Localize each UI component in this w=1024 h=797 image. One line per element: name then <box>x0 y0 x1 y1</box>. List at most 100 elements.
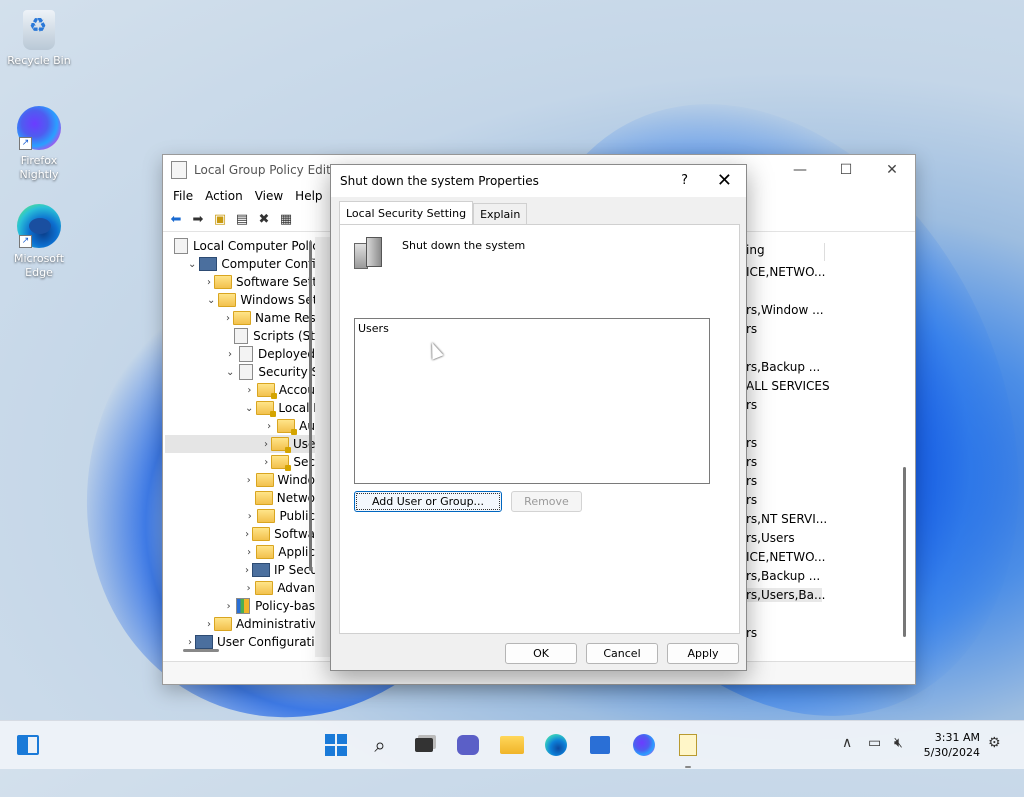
chevron-right-icon[interactable]: › <box>207 277 211 288</box>
tree-item[interactable]: › Applic <box>165 543 315 561</box>
pane-divider[interactable] <box>315 237 331 657</box>
tree-item[interactable]: › Sec <box>165 453 315 471</box>
apply-button[interactable]: Apply <box>667 643 739 664</box>
dialog-titlebar[interactable]: Shut down the system Properties ? ✕ <box>331 165 746 197</box>
cancel-button[interactable]: Cancel <box>586 643 658 664</box>
chevron-right-icon[interactable]: › <box>226 349 234 360</box>
tree-item[interactable]: › Policy-bas <box>165 597 315 615</box>
user-group-listbox[interactable]: Users <box>354 318 710 484</box>
chevron-right-icon[interactable]: › <box>245 511 254 522</box>
policy-list-row[interactable]: rs <box>746 455 757 469</box>
chevron-down-icon[interactable]: ⌄ <box>226 367 234 378</box>
maximize-button[interactable]: ☐ <box>823 155 869 185</box>
menu-view[interactable]: View <box>249 189 289 203</box>
chevron-right-icon[interactable]: › <box>264 421 274 432</box>
tree-item[interactable]: › Accou <box>165 381 315 399</box>
chat-icon[interactable] <box>456 733 480 757</box>
show-hidden-icons-chevron-icon[interactable]: ∧ <box>842 735 852 751</box>
policy-list-row[interactable]: rs <box>746 436 757 450</box>
dialog-close-button[interactable]: ✕ <box>717 170 732 191</box>
tree-item[interactable]: Scripts (St <box>165 327 315 345</box>
delete-icon[interactable]: ✖ <box>255 210 273 228</box>
list-scrollbar[interactable] <box>903 467 906 637</box>
chevron-right-icon[interactable]: › <box>226 601 231 612</box>
store-icon[interactable] <box>588 733 612 757</box>
policy-list-row[interactable]: rs <box>746 626 757 640</box>
list-item[interactable]: Users <box>358 322 389 335</box>
forward-arrow-icon[interactable]: ➡ <box>189 210 207 228</box>
chevron-right-icon[interactable]: › <box>245 565 249 576</box>
file-explorer-icon[interactable] <box>500 733 524 757</box>
menu-file[interactable]: File <box>167 189 199 203</box>
tree-horizontal-scrollbar[interactable] <box>183 649 219 652</box>
chevron-right-icon[interactable]: › <box>245 385 254 396</box>
policy-list-row[interactable]: ALL SERVICES <box>746 379 830 393</box>
tree-scrollbar[interactable] <box>309 241 312 571</box>
chevron-right-icon[interactable]: › <box>226 313 230 324</box>
chevron-right-icon[interactable]: › <box>264 439 268 450</box>
tree-item[interactable]: ⌄ Computer Config <box>165 255 315 273</box>
tree-item[interactable]: › Use <box>165 435 315 453</box>
tree-item[interactable]: › IP Secu <box>165 561 315 579</box>
policy-list-row[interactable]: rs <box>746 322 757 336</box>
tree-item[interactable]: ⌄ Security Se <box>165 363 315 381</box>
policy-list-row[interactable]: rs,Users <box>746 531 795 545</box>
desktop-icon-microsoft-edge[interactable]: ↗ Microsoft Edge <box>1 204 77 280</box>
tree-item[interactable]: › Advan <box>165 579 315 597</box>
tab-explain[interactable]: Explain <box>473 203 528 224</box>
tree-item[interactable]: › Administrativ <box>165 615 315 633</box>
tab-local-security-setting[interactable]: Local Security Setting <box>339 201 474 224</box>
tree-item[interactable]: Local Computer Polic <box>165 237 315 255</box>
tree-item[interactable]: › Deployed <box>165 345 315 363</box>
policy-list-row[interactable]: rs,NT SERVI... <box>746 512 827 526</box>
show-hide-tree-icon[interactable]: ▤ <box>233 210 251 228</box>
ok-button[interactable]: OK <box>505 643 577 664</box>
chevron-right-icon[interactable]: › <box>207 619 211 630</box>
tree-item[interactable]: › Windo <box>165 471 315 489</box>
chevron-down-icon[interactable]: ⌄ <box>207 295 215 306</box>
tree-item[interactable]: › Public <box>165 507 315 525</box>
chevron-down-icon[interactable]: ⌄ <box>245 403 253 414</box>
chevron-right-icon[interactable]: › <box>245 529 249 540</box>
edge-taskbar-icon[interactable] <box>544 733 568 757</box>
volume-muted-icon[interactable]: 🔇︎ <box>894 735 903 751</box>
widgets-icon[interactable] <box>16 733 40 757</box>
desktop-icon-recycle-bin[interactable]: Recycle Bin <box>1 10 77 68</box>
desktop-icon-firefox-nightly[interactable]: ↗ Firefox Nightly <box>1 106 77 182</box>
policy-list-row[interactable]: rs,Users,Ba... <box>746 588 825 602</box>
tree-item[interactable]: › Name Res <box>165 309 315 327</box>
search-icon[interactable]: ⌕ <box>368 733 392 757</box>
policy-list-row[interactable]: rs,Window ... <box>746 303 824 317</box>
notepad-icon[interactable] <box>676 733 700 757</box>
column-header-security-setting[interactable]: ing <box>746 243 825 261</box>
task-view-icon[interactable] <box>412 733 436 757</box>
up-folder-icon[interactable]: ▣ <box>211 210 229 228</box>
policy-list-row[interactable]: ICE,NETWO... <box>746 550 825 564</box>
close-button[interactable]: ✕ <box>869 155 915 185</box>
tree-item[interactable]: Netwo <box>165 489 315 507</box>
policy-list-row[interactable]: ICE,NETWO... <box>746 265 825 279</box>
policy-list-row[interactable]: rs <box>746 474 757 488</box>
tree-item[interactable]: ⌄Local P <box>165 399 315 417</box>
clock[interactable]: 3:31 AM 5/30/2024 <box>924 730 980 760</box>
chevron-right-icon[interactable]: › <box>245 547 253 558</box>
add-user-or-group-button[interactable]: Add User or Group... <box>354 491 502 512</box>
chevron-right-icon[interactable]: › <box>264 457 268 468</box>
menu-action[interactable]: Action <box>199 189 249 203</box>
policy-list-row[interactable]: rs,Backup ... <box>746 569 820 583</box>
tree-item[interactable]: › Au <box>165 417 315 435</box>
firefox-nightly-taskbar-icon[interactable] <box>632 733 656 757</box>
tree-item[interactable]: › Software Setti <box>165 273 315 291</box>
menu-help[interactable]: Help <box>289 189 328 203</box>
notification-icon[interactable]: ⚙ <box>988 735 1001 751</box>
policy-list-row[interactable]: rs,Backup ... <box>746 360 820 374</box>
remove-button[interactable]: Remove <box>511 491 582 512</box>
properties-icon[interactable]: ▦ <box>277 210 295 228</box>
back-arrow-icon[interactable]: ⬅ <box>167 210 185 228</box>
network-icon[interactable]: ▭ <box>868 735 881 751</box>
tree-item[interactable]: › Softwa <box>165 525 315 543</box>
chevron-right-icon[interactable]: › <box>245 475 253 486</box>
start-button[interactable] <box>324 733 348 757</box>
chevron-right-icon[interactable]: › <box>188 637 192 648</box>
tree-item[interactable]: ⌄ Windows Sett <box>165 291 315 309</box>
